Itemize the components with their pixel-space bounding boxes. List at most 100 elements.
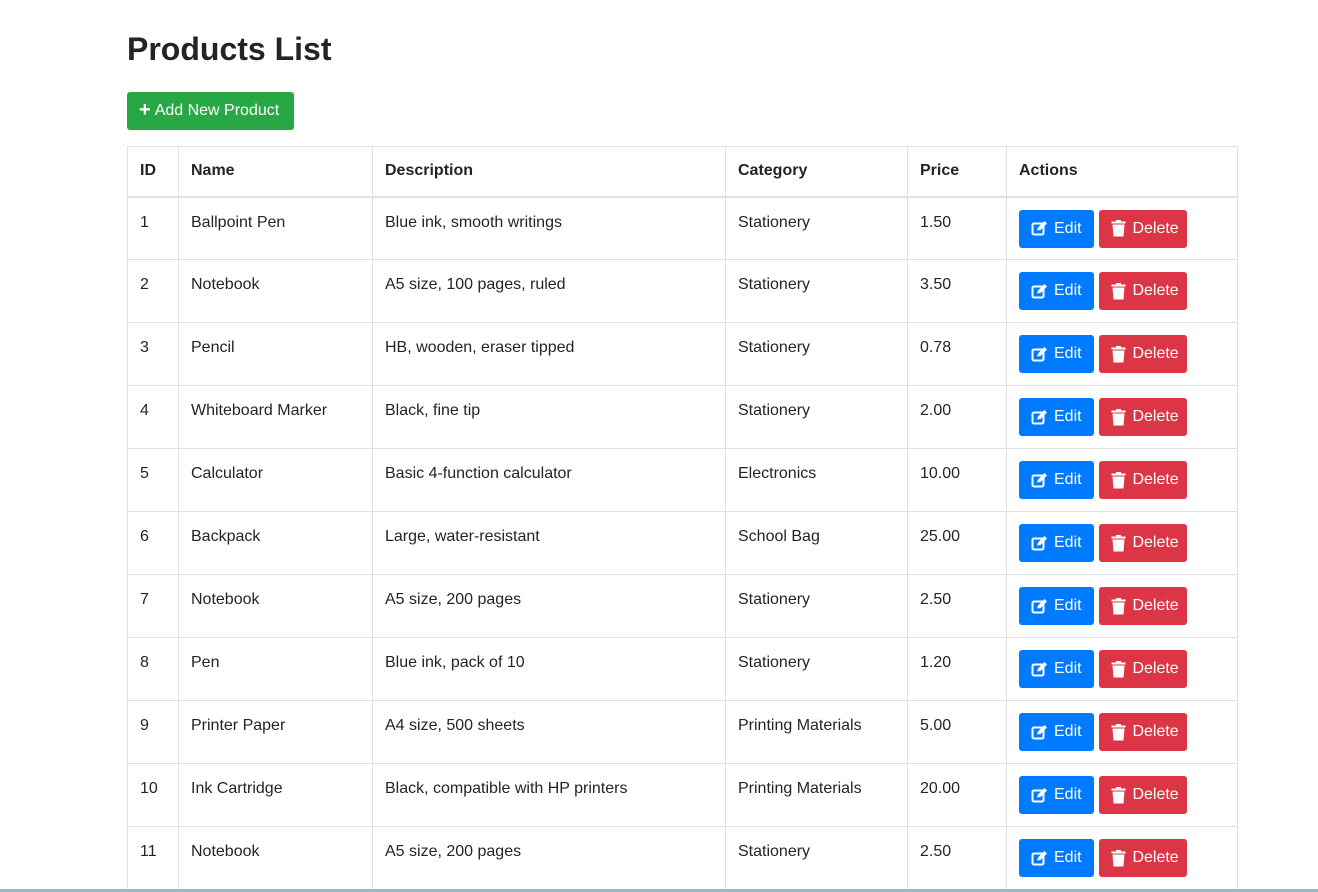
cell-id: 5: [127, 448, 179, 512]
edit-label: Edit: [1054, 534, 1082, 551]
edit-button[interactable]: Edit: [1019, 335, 1094, 373]
trash-icon: [1111, 849, 1126, 867]
cell-category: Printing Materials: [725, 763, 908, 827]
edit-icon: [1031, 661, 1048, 678]
cell-name: Ink Cartridge: [178, 763, 373, 827]
table-row-9: 9 Printer Paper A4 size, 500 sheets Prin…: [127, 700, 1238, 764]
edit-label: Edit: [1054, 849, 1082, 866]
delete-label: Delete: [1132, 534, 1179, 551]
cell-actions: Edit Delete: [1006, 322, 1238, 386]
delete-label: Delete: [1132, 597, 1179, 614]
cell-description: Black, compatible with HP printers: [372, 763, 726, 827]
cell-actions: Edit Delete: [1006, 259, 1238, 323]
edit-button[interactable]: Edit: [1019, 839, 1094, 877]
cell-category: Stationery: [725, 196, 908, 260]
edit-button[interactable]: Edit: [1019, 209, 1094, 248]
delete-button[interactable]: Delete: [1099, 335, 1188, 373]
edit-icon: [1031, 724, 1048, 741]
cell-price: 0.78: [907, 322, 1007, 386]
cell-name: Whiteboard Marker: [178, 385, 373, 449]
cell-id: 10: [127, 763, 179, 827]
column-header-actions: Actions: [1006, 146, 1238, 198]
edit-icon: [1031, 283, 1048, 300]
delete-button[interactable]: Delete: [1099, 839, 1188, 877]
cell-price: 1.50: [907, 196, 1007, 260]
delete-label: Delete: [1132, 786, 1179, 803]
cell-id: 4: [127, 385, 179, 449]
edit-label: Edit: [1054, 282, 1082, 299]
edit-icon: [1031, 409, 1048, 426]
trash-icon: [1111, 282, 1126, 300]
edit-button[interactable]: Edit: [1019, 524, 1094, 562]
add-new-product-label: Add New Product: [154, 102, 280, 119]
delete-label: Delete: [1132, 219, 1179, 237]
cell-description: Black, fine tip: [372, 385, 726, 449]
edit-icon: [1031, 598, 1048, 615]
edit-label: Edit: [1054, 597, 1082, 614]
table-row-1: 1 Ballpoint Pen Blue ink, smooth writing…: [127, 196, 1238, 260]
cell-actions: Edit Delete: [1006, 826, 1238, 890]
cell-name: Pen: [178, 637, 373, 701]
delete-label: Delete: [1132, 471, 1179, 488]
cell-actions: Edit Delete: [1006, 574, 1238, 638]
edit-icon: [1031, 787, 1048, 804]
cell-price: 10.00: [907, 448, 1007, 512]
cell-price: 25.00: [907, 511, 1007, 575]
delete-button[interactable]: Delete: [1099, 209, 1188, 248]
trash-icon: [1111, 471, 1126, 489]
edit-button[interactable]: Edit: [1019, 461, 1094, 499]
delete-button[interactable]: Delete: [1099, 272, 1188, 310]
edit-button[interactable]: Edit: [1019, 713, 1094, 751]
edit-label: Edit: [1054, 219, 1082, 237]
cell-actions: Edit Delete: [1006, 637, 1238, 701]
cell-description: A5 size, 200 pages: [372, 574, 726, 638]
cell-name: Printer Paper: [178, 700, 373, 764]
cell-id: 7: [127, 574, 179, 638]
delete-button[interactable]: Delete: [1099, 587, 1188, 625]
add-new-product-button[interactable]: + Add New Product: [127, 92, 294, 130]
edit-button[interactable]: Edit: [1019, 650, 1094, 688]
cell-actions: Edit Delete: [1006, 196, 1238, 260]
edit-button[interactable]: Edit: [1019, 776, 1094, 814]
trash-icon: [1111, 660, 1126, 678]
column-header-name: Name: [178, 146, 373, 198]
delete-button[interactable]: Delete: [1099, 524, 1188, 562]
page-title: Products List: [127, 31, 332, 67]
cell-name: Notebook: [178, 826, 373, 890]
edit-button[interactable]: Edit: [1019, 272, 1094, 310]
cell-price: 2.50: [907, 826, 1007, 890]
cell-description: Blue ink, smooth writings: [372, 196, 726, 260]
trash-icon: [1111, 723, 1126, 741]
cell-id: 2: [127, 259, 179, 323]
edit-button[interactable]: Edit: [1019, 398, 1094, 436]
cell-id: 6: [127, 511, 179, 575]
delete-label: Delete: [1132, 345, 1179, 362]
cell-category: Electronics: [725, 448, 908, 512]
column-header-price: Price: [907, 146, 1007, 198]
cell-price: 20.00: [907, 763, 1007, 827]
cell-actions: Edit Delete: [1006, 385, 1238, 449]
edit-label: Edit: [1054, 408, 1082, 425]
cell-price: 2.00: [907, 385, 1007, 449]
delete-button[interactable]: Delete: [1099, 650, 1188, 688]
delete-button[interactable]: Delete: [1099, 461, 1188, 499]
cell-category: Stationery: [725, 826, 908, 890]
table-row-2: 2 Notebook A5 size, 100 pages, ruled Sta…: [127, 259, 1238, 323]
edit-icon: [1031, 472, 1048, 489]
table-row-8: 8 Pen Blue ink, pack of 10 Stationery 1.…: [127, 637, 1238, 701]
delete-label: Delete: [1132, 723, 1179, 740]
delete-button[interactable]: Delete: [1099, 713, 1188, 751]
cell-id: 11: [127, 826, 179, 890]
cell-id: 1: [127, 196, 179, 260]
cell-price: 3.50: [907, 259, 1007, 323]
cell-price: 1.20: [907, 637, 1007, 701]
cell-description: HB, wooden, eraser tipped: [372, 322, 726, 386]
edit-icon: [1031, 346, 1048, 363]
delete-button[interactable]: Delete: [1099, 776, 1188, 814]
edit-button[interactable]: Edit: [1019, 587, 1094, 625]
table-row-5: 5 Calculator Basic 4-function calculator…: [127, 448, 1238, 512]
delete-button[interactable]: Delete: [1099, 398, 1188, 436]
cell-price: 2.50: [907, 574, 1007, 638]
cell-description: Large, water-resistant: [372, 511, 726, 575]
cell-description: Basic 4-function calculator: [372, 448, 726, 512]
